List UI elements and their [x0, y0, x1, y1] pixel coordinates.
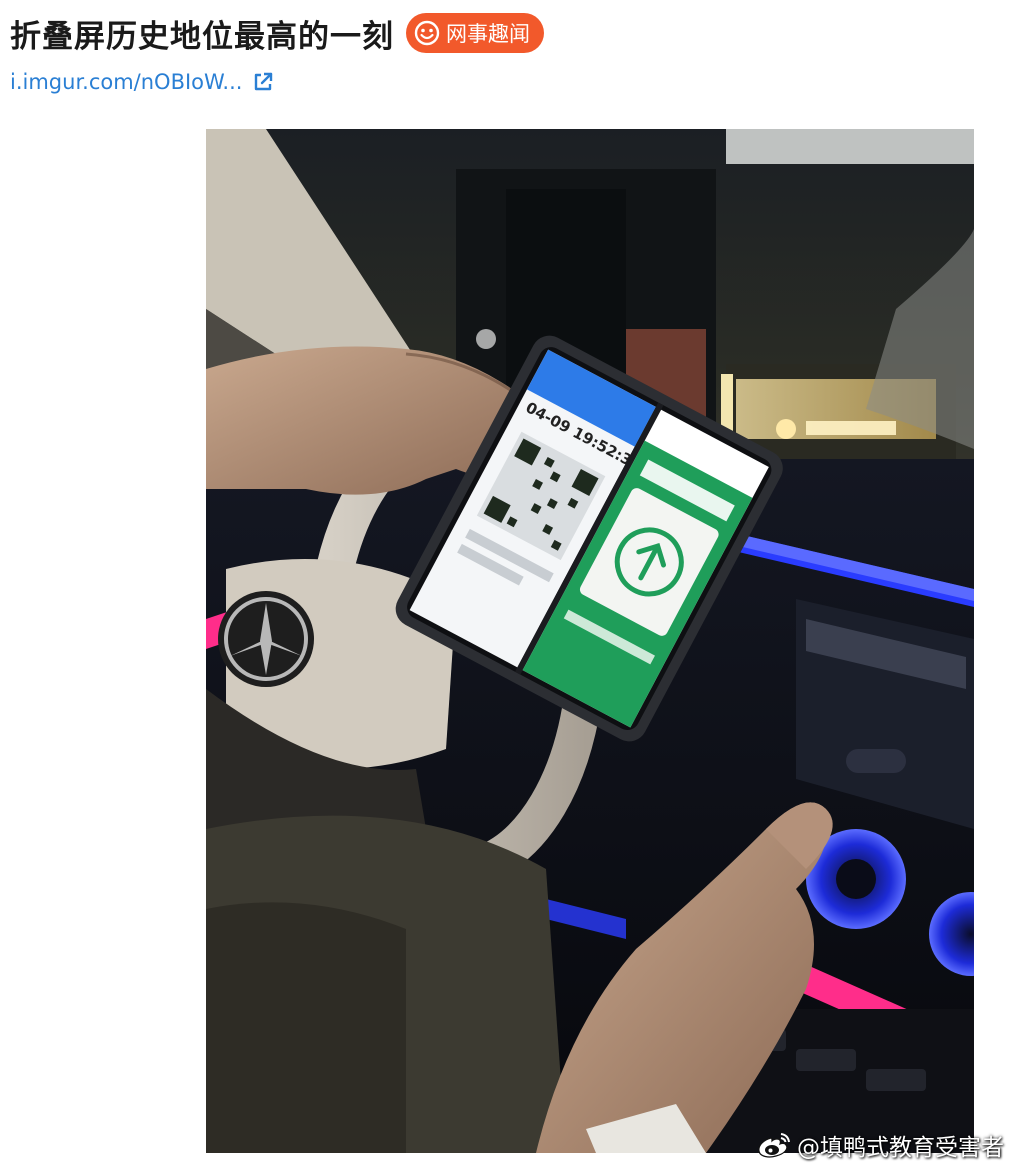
emoji-face-icon [414, 20, 440, 46]
tag-badge[interactable]: 网事趣闻 [406, 13, 544, 53]
weibo-logo [758, 1133, 790, 1158]
watermark: @填鸭式教育受害者 [757, 1128, 1004, 1162]
post-photo[interactable]: 04-09 19:52:30 [206, 129, 974, 1153]
post-title: 折叠屏历史地位最高的一刻 [10, 18, 394, 55]
watermark-text: @填鸭式教育受害者 [797, 1135, 1004, 1161]
post-page: 折叠屏历史地位最高的一刻 网事趣闻 i.imgur.com/nOBIoW... [0, 0, 1014, 1170]
post-header: 折叠屏历史地位最高的一刻 网事趣闻 [10, 10, 544, 56]
car-interior-illustration: 04-09 19:52:30 [206, 129, 974, 1153]
source-link[interactable]: i.imgur.com/nOBIoW... [10, 66, 274, 98]
tag-label: 网事趣闻 [446, 22, 530, 46]
source-link-text: i.imgur.com/nOBIoW... [10, 70, 243, 94]
external-link-icon [255, 72, 273, 91]
